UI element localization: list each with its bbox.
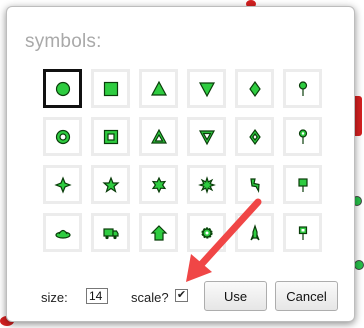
triangle-in-triangle-icon — [149, 127, 169, 147]
symbol-option[interactable] — [187, 213, 226, 252]
symbol-option[interactable] — [43, 117, 82, 156]
diamond-icon — [245, 79, 265, 99]
dialog-title: symbols: — [25, 31, 102, 52]
flag-icon — [293, 175, 313, 195]
size-label: size: — [41, 290, 68, 305]
pin-outline-icon — [293, 127, 313, 147]
symbol-option[interactable] — [187, 117, 226, 156]
flag-small-icon — [293, 223, 313, 243]
symbol-option[interactable] — [43, 165, 82, 204]
symbol-option[interactable] — [283, 165, 322, 204]
truck-icon — [101, 223, 121, 243]
rocket-icon — [245, 223, 265, 243]
map-marker — [354, 260, 364, 270]
symbol-option[interactable] — [235, 165, 274, 204]
symbol-option[interactable] — [283, 117, 322, 156]
star6-icon — [149, 175, 169, 195]
symbol-option[interactable] — [235, 213, 274, 252]
symbol-option[interactable] — [283, 69, 322, 108]
symbol-option[interactable] — [235, 117, 274, 156]
symbol-option[interactable] — [187, 165, 226, 204]
gear-icon — [197, 223, 217, 243]
star8-icon — [197, 175, 217, 195]
scale-checkbox[interactable]: ✔ — [175, 289, 188, 302]
symbol-option[interactable] — [43, 213, 82, 252]
symbol-option[interactable] — [91, 213, 130, 252]
house-icon — [149, 223, 169, 243]
use-button[interactable]: Use — [204, 281, 267, 311]
cancel-button[interactable]: Cancel — [275, 281, 338, 311]
scale-label: scale? — [131, 290, 169, 305]
symbol-option[interactable] — [139, 117, 178, 156]
size-input[interactable]: 14 — [86, 288, 108, 304]
circle-in-circle-icon — [53, 127, 73, 147]
triangle-down-in-triangle-icon — [197, 127, 217, 147]
symbol-option[interactable] — [187, 69, 226, 108]
dialog-footer: size: 14 scale? ✔ Use Cancel — [7, 277, 354, 317]
ufo-icon — [53, 223, 73, 243]
lightning-icon — [245, 175, 265, 195]
square-in-square-icon — [101, 127, 121, 147]
symbol-option[interactable] — [91, 117, 130, 156]
circle-icon — [53, 79, 73, 99]
symbol-option[interactable] — [91, 69, 130, 108]
symbol-option[interactable] — [139, 69, 178, 108]
square-icon — [101, 79, 121, 99]
symbol-option[interactable] — [139, 165, 178, 204]
symbols-dialog: symbols: size: 14 scale? ✔ Use Cancel — [6, 6, 355, 322]
symbol-option[interactable] — [283, 213, 322, 252]
star5-icon — [101, 175, 121, 195]
symbol-option[interactable] — [139, 213, 178, 252]
star4-icon — [53, 175, 73, 195]
triangle-icon — [149, 79, 169, 99]
symbol-option[interactable] — [235, 69, 274, 108]
pin-icon — [293, 79, 313, 99]
diamond-in-diamond-icon — [245, 127, 265, 147]
triangle-down-icon — [197, 79, 217, 99]
symbol-option[interactable] — [43, 69, 82, 108]
symbol-option[interactable] — [91, 165, 130, 204]
